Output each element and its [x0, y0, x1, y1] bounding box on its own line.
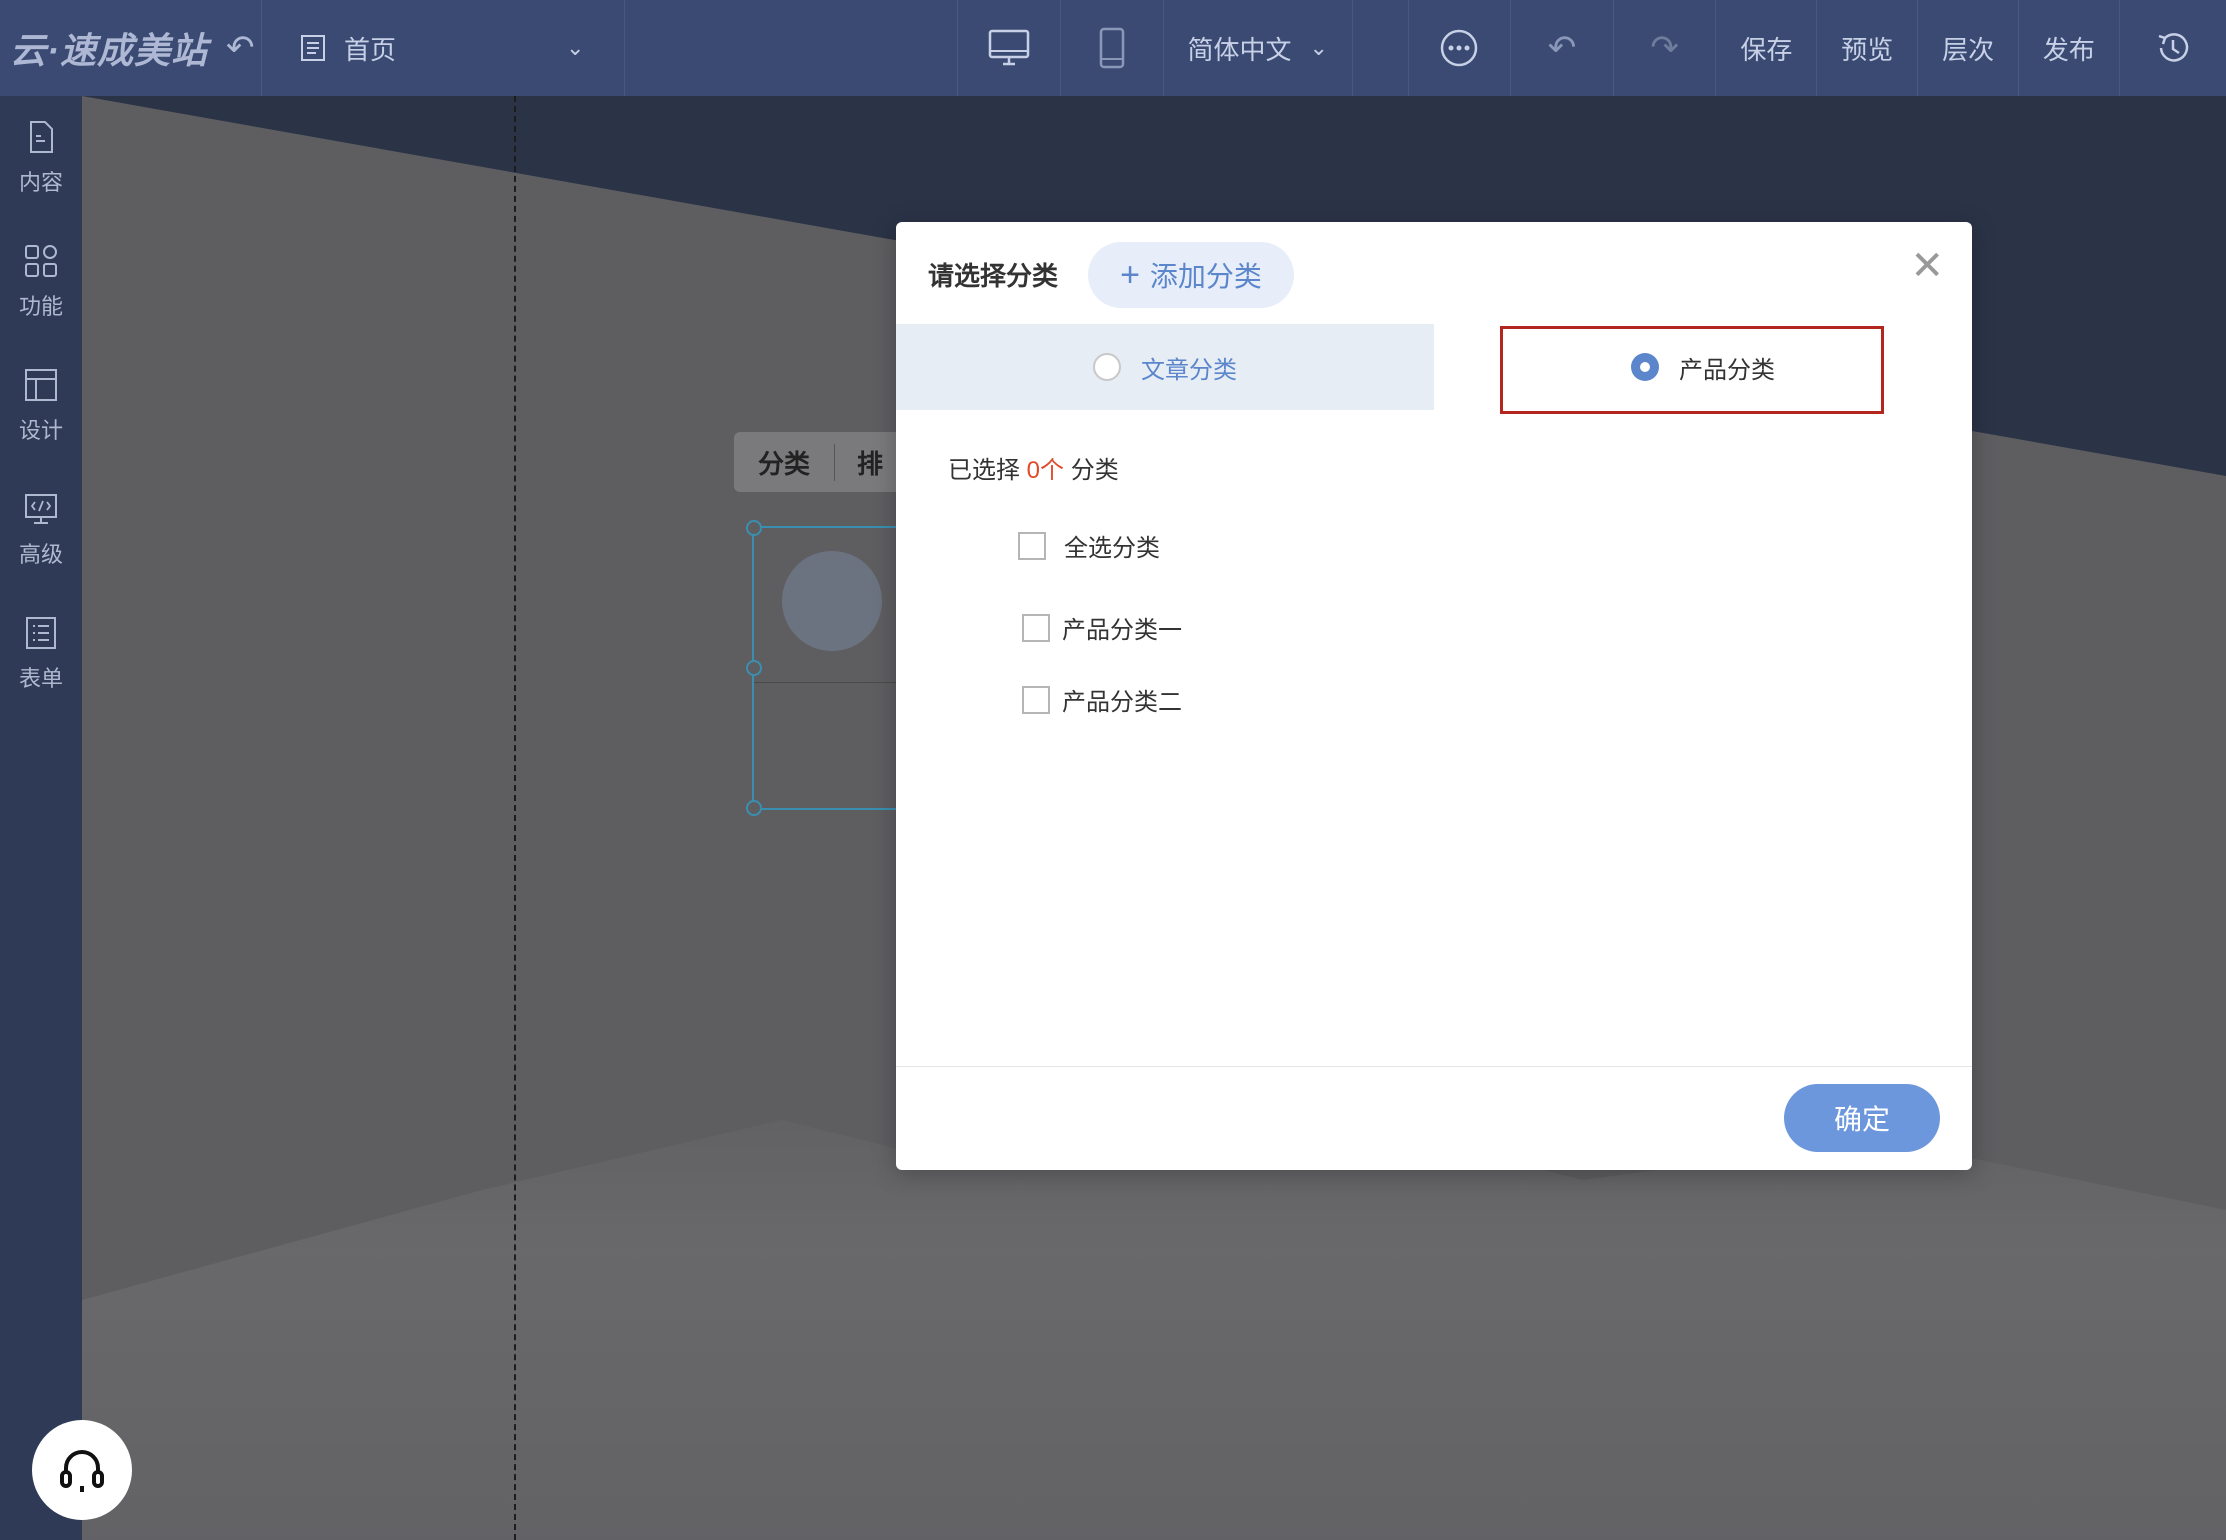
resize-handle[interactable]	[746, 520, 762, 536]
sidebar-item-label: 内容	[18, 170, 63, 195]
redo-button[interactable]: ↷	[1614, 0, 1717, 96]
page-selector[interactable]: 首页 ⌄	[262, 0, 626, 96]
headset-icon	[60, 1450, 104, 1492]
tab-article-category[interactable]: 文章分类	[896, 324, 1434, 410]
sidebar-item-label: 功能	[18, 294, 63, 319]
dialog-footer-divider	[896, 1066, 1972, 1067]
undo-button[interactable]: ↶	[1511, 0, 1614, 96]
mini-toolbar-category[interactable]: 分类	[734, 444, 834, 481]
page-selector-label: 首页	[343, 34, 396, 65]
sidebar-item-label: 高级	[18, 542, 63, 567]
chevron-down-icon: ⌄	[1309, 35, 1328, 60]
resize-handle[interactable]	[746, 800, 762, 816]
sidebar-item-label: 表单	[18, 666, 63, 691]
sidebar-item-content[interactable]: 内容	[0, 96, 82, 220]
preview-button[interactable]: 预览	[1817, 0, 1919, 96]
add-category-label: 添加分类	[1149, 261, 1262, 292]
language-label: 简体中文	[1187, 34, 1292, 65]
resize-handle[interactable]	[746, 660, 762, 676]
layers-button[interactable]: 层次	[1918, 0, 2020, 96]
guide-line	[514, 96, 516, 1540]
undo-icon: ↶	[1547, 29, 1577, 67]
publish-button[interactable]: 发布	[2019, 0, 2120, 96]
list-icon	[26, 617, 56, 649]
desktop-view-button[interactable]	[958, 0, 1062, 96]
confirm-button[interactable]: 确定	[1784, 1084, 1940, 1152]
customer-service-button[interactable]	[32, 1420, 132, 1520]
category-label: 产品分类二	[1062, 689, 1182, 716]
toolbar-spacer	[1353, 0, 1409, 96]
add-category-button[interactable]: + 添加分类	[1088, 242, 1294, 308]
sidebar-item-label: 设计	[18, 418, 63, 443]
sidebar-item-forms[interactable]: 表单	[0, 592, 82, 716]
sidebar-item-features[interactable]: 功能	[0, 220, 82, 344]
category-row[interactable]: 产品分类一	[1022, 610, 1182, 645]
more-button[interactable]	[1409, 0, 1512, 96]
language-selector[interactable]: 简体中文 ⌄	[1164, 0, 1353, 96]
toolbar-spacer	[625, 0, 959, 96]
dialog-title: 请选择分类	[928, 261, 1059, 291]
mobile-view-button[interactable]	[1061, 0, 1164, 96]
mobile-icon	[1099, 27, 1125, 69]
document-icon	[30, 121, 53, 153]
category-label: 产品分类一	[1062, 617, 1182, 644]
select-all-row[interactable]: 全选分类	[1018, 528, 1160, 563]
dialog-header: 请选择分类 + 添加分类 ✕	[896, 222, 1972, 325]
tab-label: 文章分类	[1141, 356, 1237, 384]
brand-area: 云·速成美站 ↶	[0, 0, 262, 96]
layout-icon	[25, 369, 57, 401]
highlight-box	[1500, 326, 1884, 414]
more-dots-icon	[1441, 29, 1478, 67]
category-dialog: 请选择分类 + 添加分类 ✕ 文章分类 产品分类 已选择 0个 分类 全选分类 …	[896, 222, 1972, 1170]
history-icon	[2158, 33, 2189, 62]
select-all-label: 全选分类	[1064, 535, 1160, 562]
plus-icon: +	[1120, 255, 1140, 294]
brand-logo: 云·速成美站	[10, 30, 208, 71]
chevron-down-icon: ⌄	[566, 35, 585, 60]
redo-icon: ↷	[1650, 29, 1679, 67]
selected-prefix: 已选择	[948, 457, 1020, 484]
close-icon[interactable]: ✕	[1910, 246, 1944, 286]
selected-count-text: 已选择 0个 分类	[948, 450, 1119, 485]
grid-icon	[25, 245, 57, 277]
selected-count: 0个	[1026, 457, 1065, 484]
selected-suffix: 分类	[1070, 457, 1119, 484]
sidebar-item-advanced[interactable]: 高级	[0, 468, 82, 592]
sidebar-item-design[interactable]: 设计	[0, 344, 82, 468]
desktop-icon	[988, 29, 1030, 66]
category-checkbox[interactable]	[1022, 613, 1050, 642]
left-sidebar: 内容 功能 设计 高级 表单	[0, 96, 82, 1540]
category-row[interactable]: 产品分类二	[1022, 682, 1182, 717]
category-checkbox[interactable]	[1022, 685, 1050, 714]
radio-article[interactable]	[1093, 353, 1121, 381]
history-button[interactable]	[2120, 0, 2226, 96]
select-all-checkbox[interactable]	[1018, 531, 1046, 560]
code-monitor-icon	[25, 494, 57, 524]
page-icon	[300, 35, 325, 61]
top-toolbar: 云·速成美站 ↶ 首页 ⌄ 简体中文 ⌄ ↶ ↷ 保存 预览 层次 发布	[0, 0, 2226, 96]
back-arrow-icon[interactable]: ↶	[226, 28, 255, 68]
save-button[interactable]: 保存	[1716, 0, 1818, 96]
